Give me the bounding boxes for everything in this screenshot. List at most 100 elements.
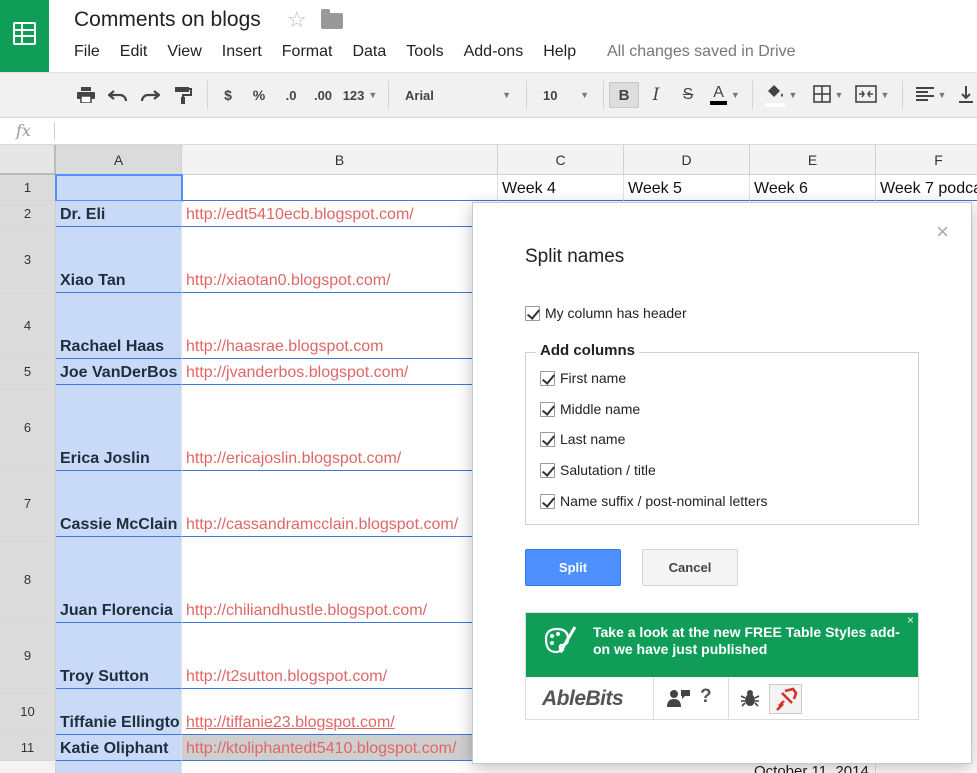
cell-blog-url[interactable]: http://haasrae.blogspot.com	[182, 293, 498, 359]
select-all-corner[interactable]	[0, 145, 56, 175]
column-header-b[interactable]: B	[182, 145, 498, 175]
menu-insert[interactable]: Insert	[222, 43, 262, 63]
menu-format[interactable]: Format	[282, 43, 333, 63]
redo-icon[interactable]	[138, 82, 162, 108]
italic-button[interactable]: I	[643, 82, 669, 108]
folder-icon[interactable]	[321, 13, 343, 29]
row-header[interactable]: 4	[0, 293, 56, 359]
row-header[interactable]: 10	[0, 689, 56, 735]
pin-button[interactable]	[769, 684, 802, 714]
text-color-button[interactable]: A▼	[704, 82, 746, 108]
close-icon[interactable]: ×	[907, 613, 914, 627]
row-header[interactable]: 1	[0, 175, 56, 201]
option-first-name[interactable]: First name	[540, 370, 626, 386]
middle-name-checkbox[interactable]	[540, 402, 555, 417]
cell-name[interactable]: Dr. Eli	[56, 201, 182, 227]
last-name-checkbox[interactable]	[540, 432, 555, 447]
cell-b1[interactable]	[182, 175, 498, 201]
row-header[interactable]	[0, 761, 56, 773]
salutation-checkbox[interactable]	[540, 463, 555, 478]
decrease-decimal-button[interactable]: .0	[278, 82, 304, 108]
cancel-button[interactable]: Cancel	[642, 549, 738, 586]
row-header[interactable]: 3	[0, 227, 56, 293]
paint-format-icon[interactable]	[170, 82, 196, 108]
horizontal-align-button[interactable]: ▼	[910, 82, 952, 108]
help-icon[interactable]: ?	[700, 686, 712, 708]
promo-banner[interactable]: Take a look at the new FREE Table Styles…	[526, 613, 918, 677]
menu-edit[interactable]: Edit	[120, 43, 148, 63]
menu-help[interactable]: Help	[543, 43, 576, 63]
option-last-name[interactable]: Last name	[540, 431, 625, 447]
vertical-align-icon[interactable]	[956, 82, 976, 108]
column-header-c[interactable]: C	[498, 145, 624, 175]
column-header-f[interactable]: F	[876, 145, 977, 175]
split-button[interactable]: Split	[525, 549, 621, 586]
sheets-logo-icon[interactable]	[0, 0, 49, 72]
star-icon[interactable]: ☆	[287, 7, 307, 33]
undo-icon[interactable]	[106, 82, 130, 108]
cell-c1[interactable]: Week 4	[498, 175, 624, 201]
menu-view[interactable]: View	[167, 43, 201, 63]
menu-data[interactable]: Data	[352, 43, 386, 63]
row-header[interactable]: 8	[0, 537, 56, 623]
cell-blog-url[interactable]: http://t2sutton.blogspot.com/	[182, 623, 498, 689]
menu-tools[interactable]: Tools	[406, 43, 443, 63]
cell-blog-url[interactable]: http://jvanderbos.blogspot.com/	[182, 359, 498, 385]
row-header[interactable]: 7	[0, 471, 56, 537]
bold-button[interactable]: B	[609, 82, 639, 108]
cell-name[interactable]: Cassie McClain	[56, 471, 182, 537]
font-size-dropdown[interactable]: 10▼	[535, 82, 597, 108]
percent-format-button[interactable]: %	[248, 82, 270, 108]
column-header-a[interactable]: A	[56, 145, 182, 175]
cell-e1[interactable]: Week 6	[750, 175, 876, 201]
cell-blog-url[interactable]: http://ericajoslin.blogspot.com/	[182, 385, 498, 471]
ablebits-logo[interactable]: AbleBits	[542, 687, 623, 711]
fill-color-button[interactable]: ▼	[760, 82, 802, 108]
row-header[interactable]: 5	[0, 359, 56, 385]
more-formats-dropdown[interactable]: 123▼	[340, 82, 380, 108]
name-suffix-checkbox[interactable]	[540, 494, 555, 509]
document-title[interactable]: Comments on blogs	[74, 8, 261, 32]
menu-add-ons[interactable]: Add-ons	[464, 43, 524, 63]
cell-f1[interactable]: Week 7 podca	[876, 175, 977, 201]
cell-d1[interactable]: Week 5	[624, 175, 750, 201]
cell-name[interactable]: Erica Joslin	[56, 385, 182, 471]
option-middle-name[interactable]: Middle name	[540, 401, 640, 417]
borders-button[interactable]: ▼	[808, 82, 848, 108]
bug-report-icon[interactable]	[740, 688, 760, 714]
cell-name[interactable]: Rachael Haas	[56, 293, 182, 359]
column-header-e[interactable]: E	[750, 145, 876, 175]
header-checkbox[interactable]	[525, 306, 540, 321]
row-header[interactable]: 2	[0, 201, 56, 227]
cell-name[interactable]	[56, 761, 182, 773]
row-header[interactable]: 11	[0, 735, 56, 761]
print-icon[interactable]	[74, 82, 98, 108]
cell-name[interactable]: Xiao Tan	[56, 227, 182, 293]
row-header[interactable]: 6	[0, 385, 56, 471]
option-name-suffix[interactable]: Name suffix / post-nominal letters	[540, 493, 768, 509]
cell-blog-url[interactable]: http://ktoliphantedt5410.blogspot.com/	[182, 735, 498, 761]
currency-format-button[interactable]: $	[217, 82, 239, 108]
cell-name[interactable]: Troy Sutton	[56, 623, 182, 689]
formula-input[interactable]	[54, 122, 55, 140]
cell-name[interactable]: Juan Florencia	[56, 537, 182, 623]
strikethrough-button[interactable]: S	[675, 82, 701, 108]
row-header[interactable]: 9	[0, 623, 56, 689]
header-option-row[interactable]: My column has header	[525, 305, 687, 321]
cell-a1[interactable]	[56, 175, 182, 201]
cell-blog-url[interactable]: http://edt5410ecb.blogspot.com/	[182, 201, 498, 227]
feedback-icon[interactable]	[666, 688, 692, 714]
column-header-d[interactable]: D	[624, 145, 750, 175]
first-name-checkbox[interactable]	[540, 371, 555, 386]
increase-decimal-button[interactable]: .00	[308, 82, 338, 108]
cell-blog-url[interactable]: http://cassandramcclain.blogspot.com/	[182, 471, 498, 537]
save-status[interactable]: All changes saved in Drive	[607, 43, 796, 61]
cell-blog-url[interactable]: http://tiffanie23.blogspot.com/	[182, 689, 498, 735]
merge-cells-button[interactable]: ▼	[850, 82, 894, 108]
cell-blog-url[interactable]: http://chiliandhustle.blogspot.com/	[182, 537, 498, 623]
font-family-dropdown[interactable]: Arial▼	[397, 82, 519, 108]
cell-name[interactable]: Tiffanie Ellingto	[56, 689, 182, 735]
cell-name[interactable]: Katie Oliphant	[56, 735, 182, 761]
menu-file[interactable]: File	[74, 43, 100, 63]
cell-blog-url[interactable]: http://xiaotan0.blogspot.com/	[182, 227, 498, 293]
